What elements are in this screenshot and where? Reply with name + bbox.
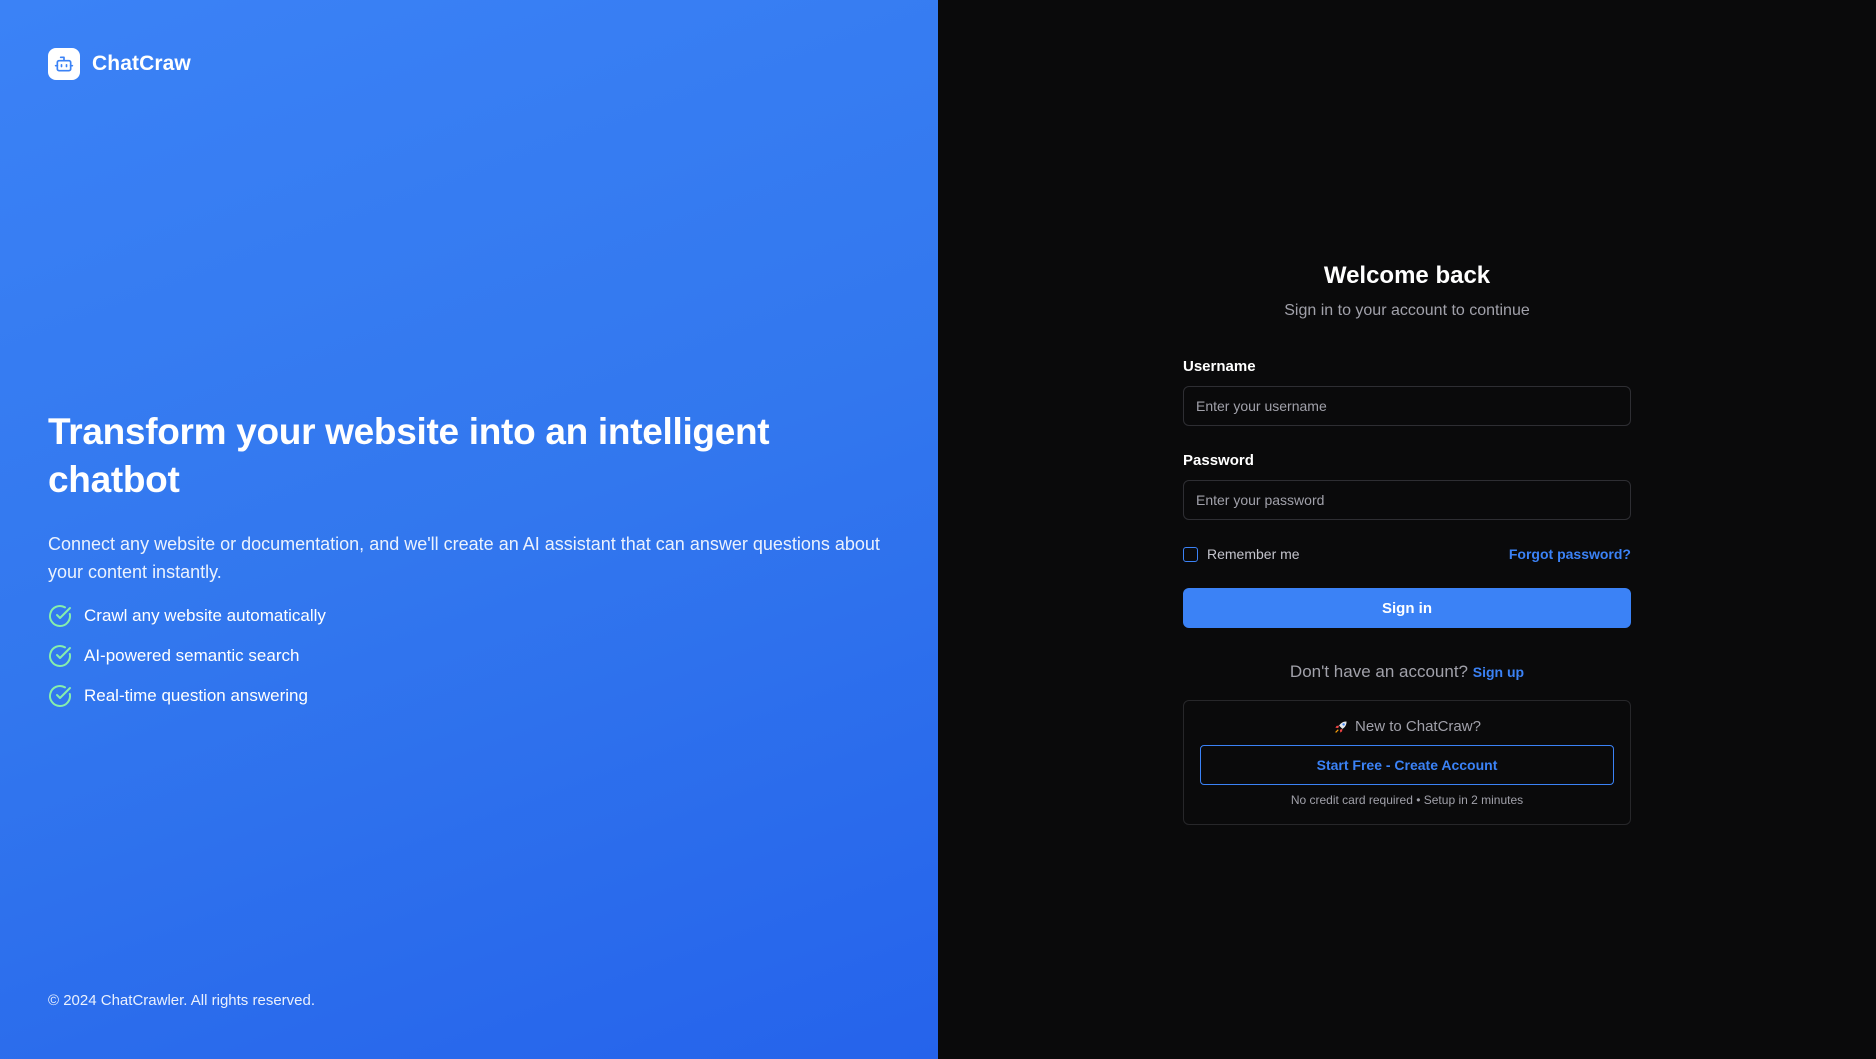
brand-name: ChatCraw [92, 52, 191, 75]
login-panel: Welcome back Sign in to your account to … [938, 0, 1876, 1059]
hero-description: Connect any website or documentation, an… [48, 534, 880, 582]
feature-label: Real-time question answering [84, 686, 308, 705]
feature-item: AI-powered semantic search [48, 644, 888, 668]
new-user-card: New to ChatCraw? Start Free - Create Acc… [1183, 700, 1631, 825]
rocket-icon [1335, 721, 1347, 733]
feature-label: Crawl any website automatically [84, 606, 326, 625]
new-user-heading-row: New to ChatCraw? [1200, 717, 1614, 737]
remember-me-label: Remember me [1207, 546, 1300, 562]
brand[interactable]: ChatCraw [48, 48, 191, 80]
check-circle-icon [49, 645, 71, 667]
username-group: Username [1183, 358, 1631, 426]
feature-item: Crawl any website automatically [48, 604, 888, 628]
promo-note: No credit card required • Setup in 2 min… [1290, 793, 1524, 807]
options-row: Remember me Forgot password? [1183, 544, 1631, 564]
feature-item: Real-time question answering [48, 684, 888, 708]
no-account-text: Don't have an account? [1289, 662, 1469, 681]
check-circle-icon [49, 605, 71, 627]
marketing-panel: ChatCraw Transform your website into an … [0, 0, 938, 1059]
hero-title: Transform your website into an intellige… [48, 411, 770, 500]
password-label: Password [1183, 452, 1254, 469]
remember-me-checkbox[interactable] [1183, 546, 1198, 562]
new-user-heading: New to ChatCraw? [1355, 718, 1481, 735]
sign-up-link[interactable]: Sign up [1473, 664, 1524, 680]
remember-me[interactable]: Remember me [1183, 546, 1300, 562]
sign-in-button[interactable]: Sign in [1183, 588, 1631, 628]
forgot-password-link[interactable]: Forgot password? [1509, 546, 1631, 562]
feature-list: Crawl any website automatically AI-power… [48, 604, 888, 708]
username-input[interactable] [1183, 386, 1631, 426]
page-subtitle: Sign in to your account to continue [1284, 302, 1530, 319]
create-account-button[interactable]: Start Free - Create Account [1200, 745, 1614, 785]
username-label: Username [1183, 358, 1256, 375]
page-title: Welcome back [1323, 262, 1491, 289]
feature-label: AI-powered semantic search [84, 646, 300, 665]
bot-icon [48, 48, 80, 80]
copyright: © 2024 ChatCrawler. All rights reserved. [48, 992, 316, 1009]
check-circle-icon [49, 685, 71, 707]
password-group: Password [1183, 452, 1631, 520]
hero: Transform your website into an intellige… [48, 408, 888, 724]
signup-prompt: Don't have an account? Sign up [1183, 662, 1631, 682]
login-page: ChatCraw Transform your website into an … [0, 0, 1876, 1059]
login-form: Welcome back Sign in to your account to … [1183, 258, 1631, 825]
password-input[interactable] [1183, 480, 1631, 520]
